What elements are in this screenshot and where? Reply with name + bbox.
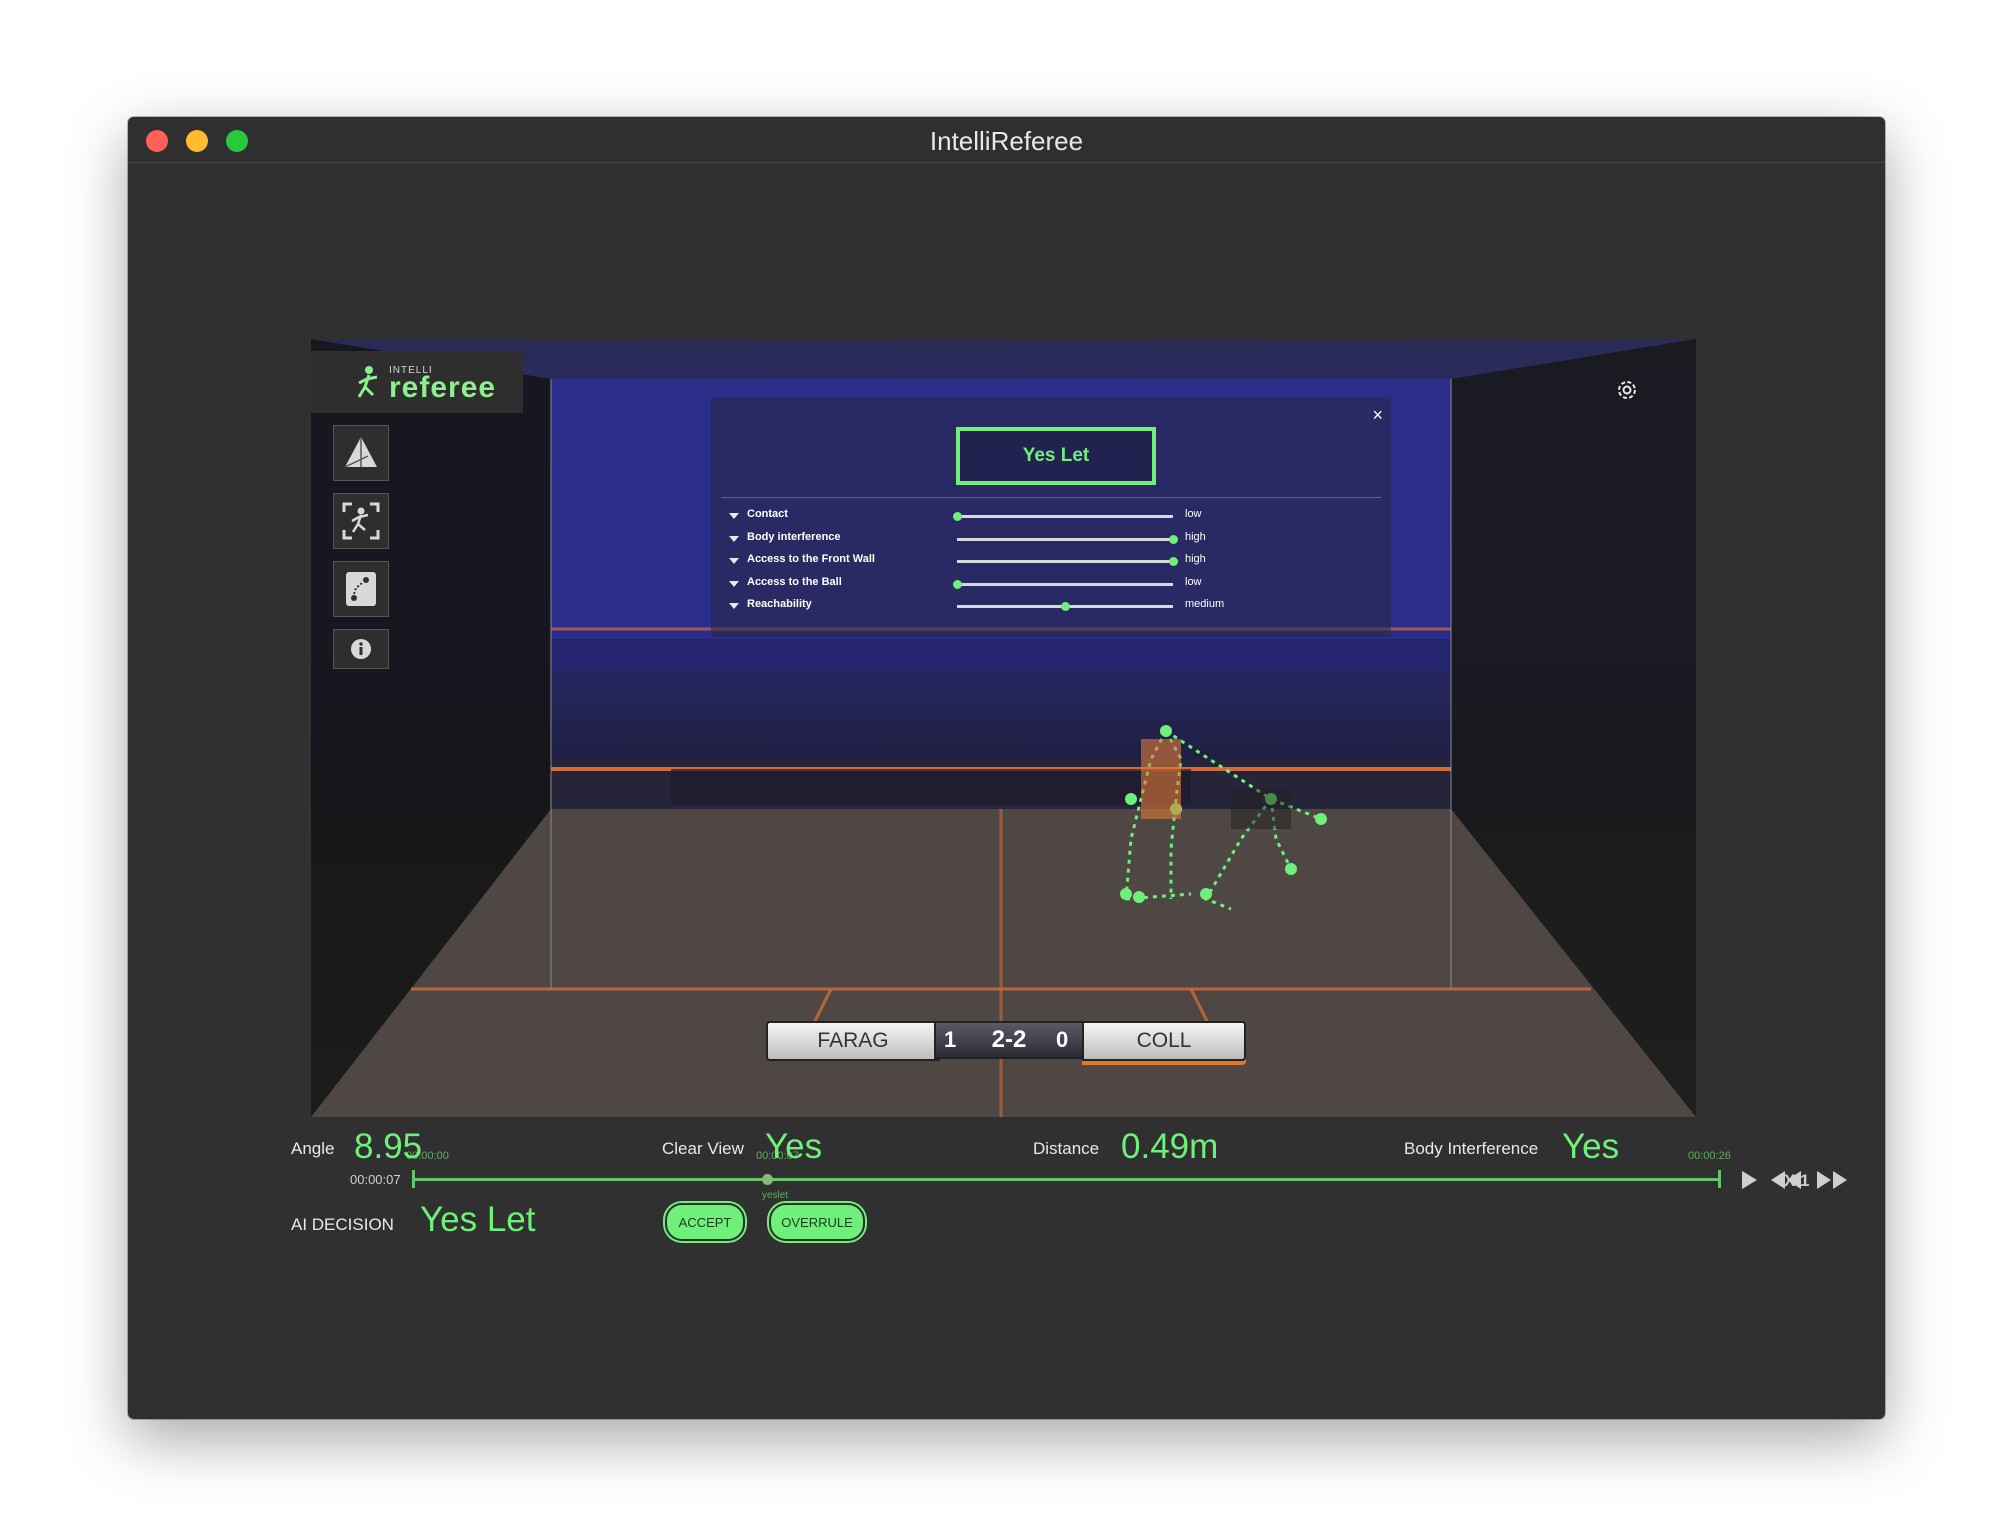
criterion-level: high xyxy=(1185,553,1206,565)
criterion-row: Contact low xyxy=(729,508,1379,528)
player-left-name: FARAG xyxy=(766,1021,940,1061)
expand-triangle-icon[interactable] xyxy=(729,513,739,519)
logo-referee: referee xyxy=(389,371,497,404)
timeline-start-cap xyxy=(412,1170,415,1188)
criterion-slider-knob[interactable] xyxy=(1169,534,1178,544)
angle-value: 8.95 xyxy=(354,1127,423,1166)
criterion-row: Access to the Ball low xyxy=(729,576,1379,596)
timeline-track[interactable] xyxy=(414,1178,1720,1181)
accept-button[interactable]: ACCEPT xyxy=(665,1203,745,1241)
pyramid-icon xyxy=(344,437,377,468)
clear-view-value: Yes xyxy=(765,1127,823,1166)
close-overlay-button[interactable]: × xyxy=(1372,405,1383,426)
info-tool-button[interactable] xyxy=(333,629,389,669)
settings-gear-icon[interactable] xyxy=(1614,377,1640,403)
video-player[interactable]: INTELLI referee Yes Let × Contact low Bo… xyxy=(311,339,1696,1117)
criterion-label: Contact xyxy=(747,508,788,520)
timeline-event-marker[interactable]: yeslet xyxy=(762,1190,788,1201)
overrule-button[interactable]: OVERRULE xyxy=(769,1203,865,1241)
expand-triangle-icon[interactable] xyxy=(729,535,739,542)
clear-view-label: Clear View xyxy=(662,1139,744,1158)
criterion-row: Reachability medium xyxy=(729,598,1379,618)
play-icon[interactable] xyxy=(1740,1170,1758,1190)
criterion-label: Access to the Front Wall xyxy=(747,553,875,565)
scoreboard: FARAG 2-2 1 0 COLL xyxy=(766,1021,1246,1061)
timeline-end-cap xyxy=(1718,1170,1721,1188)
criterion-level: medium xyxy=(1185,598,1225,610)
criterion-slider-knob[interactable] xyxy=(953,579,962,589)
fast-forward-icon[interactable] xyxy=(1816,1170,1848,1190)
trajectory-icon xyxy=(346,572,376,606)
criterion-slider[interactable] xyxy=(957,557,1178,566)
timeline-playhead[interactable] xyxy=(761,1174,773,1185)
ai-decision-label: AI DECISION xyxy=(291,1215,394,1234)
angle-label: Angle xyxy=(291,1139,335,1158)
criterion-label: Access to the Ball xyxy=(747,575,842,588)
games-left: 1 xyxy=(944,1027,957,1052)
criterion-level: low xyxy=(1185,508,1202,520)
ai-decision-value: Yes Let xyxy=(420,1200,536,1239)
expand-triangle-icon[interactable] xyxy=(729,580,739,587)
player-logo-icon xyxy=(357,366,378,398)
decision-overlay-panel: Yes Let × Contact low Body interference hig… xyxy=(711,397,1391,637)
court-view-tool-button[interactable] xyxy=(333,425,389,481)
criterion-level: low xyxy=(1185,575,1202,588)
player-detection-tool-button[interactable] xyxy=(333,493,389,549)
distance-label: Distance xyxy=(1033,1139,1100,1158)
criterion-slider-knob[interactable] xyxy=(953,512,962,521)
games-right: 0 xyxy=(1056,1027,1069,1052)
criterion-label: Reachability xyxy=(747,598,812,610)
expand-triangle-icon[interactable] xyxy=(729,558,739,564)
criterion-slider-knob[interactable] xyxy=(1169,557,1178,566)
body-interference-label: Body Interference xyxy=(1404,1139,1539,1158)
criterion-slider-knob[interactable] xyxy=(1061,602,1070,611)
player-frame-icon xyxy=(342,502,380,540)
decision-result-box: Yes Let xyxy=(956,427,1156,485)
distance-value: 0.49m xyxy=(1121,1127,1219,1166)
info-icon xyxy=(351,639,371,659)
criterion-slider[interactable] xyxy=(953,512,1173,521)
app-logo: INTELLI referee xyxy=(311,351,523,413)
criterion-row: Access to the Front Wall high xyxy=(729,553,1379,573)
trajectory-tool-button[interactable] xyxy=(333,561,389,617)
criterion-slider[interactable] xyxy=(953,579,1173,589)
current-time: 00:00:07 xyxy=(350,1172,401,1187)
title-bar: IntelliReferee xyxy=(128,117,1885,163)
panel-divider xyxy=(721,497,1381,498)
app-window: IntelliReferee INTELLI referee Yes Let ×… xyxy=(128,117,1885,1419)
criterion-slider[interactable] xyxy=(957,534,1178,544)
expand-triangle-icon[interactable] xyxy=(729,603,739,609)
timeline-end-time: 00:00:26 xyxy=(1688,1150,1731,1162)
playback-speed[interactable]: X 1 xyxy=(1784,1171,1810,1191)
body-interference-value: Yes xyxy=(1562,1127,1620,1166)
criterion-level: high xyxy=(1185,530,1206,543)
criterion-row: Body interference high xyxy=(729,531,1379,551)
criterion-label: Body interference xyxy=(747,530,841,543)
criterion-slider[interactable] xyxy=(957,602,1173,611)
window-title: IntelliReferee xyxy=(929,126,1084,156)
player-right-name: COLL xyxy=(1082,1021,1246,1061)
